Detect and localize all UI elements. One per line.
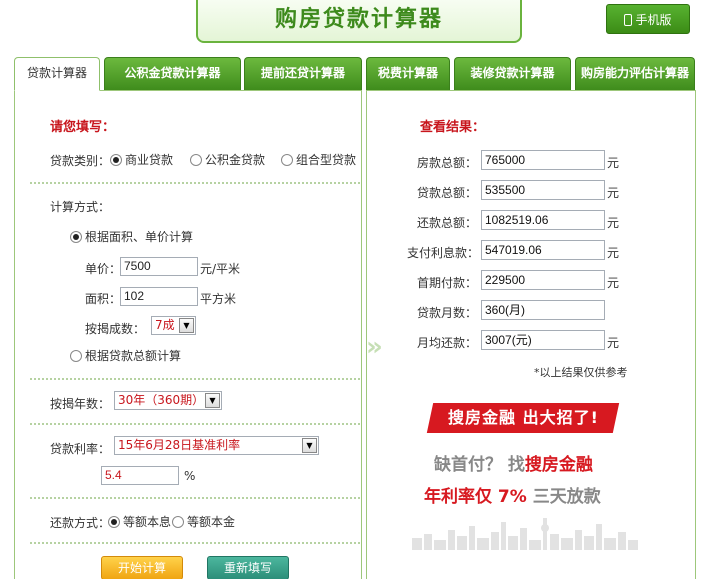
area-label: 面积： xyxy=(85,292,122,306)
repay-equal-installment-radio[interactable]: 等额本息 xyxy=(108,513,171,530)
result-unit: 元 xyxy=(607,246,620,260)
mortgage-ratio-select[interactable]: 7成 ▼ xyxy=(151,316,196,335)
result-label-house-total: 房款总额： xyxy=(416,156,477,170)
result-unit: 元 xyxy=(607,216,620,230)
loan-type-provident-radio[interactable]: 公积金贷款 xyxy=(190,151,265,168)
chevron-down-icon: ▼ xyxy=(179,318,194,333)
start-calculate-button[interactable]: 开始计算 xyxy=(101,556,183,579)
result-label-interest: 支付利息款： xyxy=(407,246,480,260)
dotted-divider xyxy=(30,378,360,380)
result-unit: 元 xyxy=(607,336,620,350)
radio-checked-icon xyxy=(108,516,120,528)
result-label-loan-total: 贷款总额： xyxy=(416,186,477,200)
radio-unchecked-icon xyxy=(190,154,202,166)
city-skyline-icon xyxy=(412,518,638,550)
page-title: 购房贷款计算器 xyxy=(196,0,522,43)
dotted-divider xyxy=(30,497,360,499)
chevron-down-icon: ▼ xyxy=(302,438,317,453)
reset-form-button[interactable]: 重新填写 xyxy=(207,556,289,579)
area-unit: 平方米 xyxy=(200,292,237,306)
mortgage-ratio-label: 按揭成数： xyxy=(85,322,146,336)
rate-percent-unit: % xyxy=(184,469,196,483)
radio-unchecked-icon xyxy=(281,154,293,166)
dotted-divider xyxy=(30,423,360,425)
result-label-monthly: 月均还款： xyxy=(416,336,477,350)
double-chevron-right-icon: » xyxy=(366,332,383,362)
result-loan-total[interactable]: 535500 xyxy=(481,180,605,200)
tab-prepayment-calculator[interactable]: 提前还贷计算器 xyxy=(244,57,362,90)
ad-banner-text: 搜房金融 出大招了! xyxy=(447,408,599,427)
mobile-version-label: 手机版 xyxy=(635,13,672,27)
price-unit: 元/平米 xyxy=(200,262,241,276)
dotted-divider xyxy=(30,542,360,544)
loan-type-label: 贷款类别： xyxy=(50,154,111,168)
result-house-total[interactable]: 765000 xyxy=(481,150,605,170)
ad-banner[interactable]: 搜房金融 出大招了! xyxy=(426,403,620,433)
mortgage-years-select[interactable]: 30年（360期） ▼ xyxy=(114,391,222,410)
result-label-down-payment: 首期付款： xyxy=(416,276,477,290)
method-by-total-radio[interactable]: 根据贷款总额计算 xyxy=(70,347,181,364)
chevron-down-icon: ▼ xyxy=(205,393,220,408)
result-down-payment[interactable]: 229500 xyxy=(481,270,605,290)
loan-type-combined-radio[interactable]: 组合型贷款 xyxy=(281,151,356,168)
loan-rate-select[interactable]: 15年6月28日基准利率 ▼ xyxy=(114,436,319,455)
mortgage-years-label: 按揭年数： xyxy=(50,397,111,411)
result-label-loan-months: 贷款月数： xyxy=(416,306,477,320)
form-section-title: 请您填写： xyxy=(50,120,116,135)
repay-equal-principal-radio[interactable]: 等额本金 xyxy=(172,513,235,530)
tab-renovation-loan-calculator[interactable]: 装修贷款计算器 xyxy=(454,57,571,90)
result-monthly[interactable]: 3007(元) xyxy=(481,330,605,350)
rate-percent-input[interactable]: 5.4 xyxy=(101,466,179,485)
radio-unchecked-icon xyxy=(70,350,82,362)
dotted-divider xyxy=(30,182,360,184)
result-interest[interactable]: 547019.06 xyxy=(481,240,605,260)
result-repay-total[interactable]: 1082519.06 xyxy=(481,210,605,230)
result-label-repay-total: 还款总额： xyxy=(416,216,477,230)
tab-affordability-calculator[interactable]: 购房能力评估计算器 xyxy=(575,57,695,90)
result-unit: 元 xyxy=(607,186,620,200)
result-unit: 元 xyxy=(607,276,620,290)
loan-rate-label: 贷款利率： xyxy=(50,442,111,456)
ad-line-down-payment[interactable]: 缺首付？ 找搜房金融 xyxy=(434,450,593,475)
repayment-method-label: 还款方式： xyxy=(50,516,111,530)
loan-type-commercial-radio[interactable]: 商业贷款 xyxy=(110,151,173,168)
ad-line-rate[interactable]: 年利率仅 7% 三天放款 xyxy=(424,482,601,507)
results-section-title: 查看结果： xyxy=(420,120,486,135)
tab-loan-calculator[interactable]: 贷款计算器 xyxy=(14,57,100,91)
radio-unchecked-icon xyxy=(172,516,184,528)
radio-checked-icon xyxy=(70,231,82,243)
price-input[interactable]: 7500 xyxy=(120,257,198,276)
result-loan-months[interactable]: 360(月) xyxy=(481,300,605,320)
method-by-area-radio[interactable]: 根据面积、单价计算 xyxy=(70,228,193,245)
result-unit: 元 xyxy=(607,156,620,170)
tab-provident-fund-calculator[interactable]: 公积金贷款计算器 xyxy=(104,57,241,90)
mobile-version-button[interactable]: 手机版 xyxy=(606,4,690,34)
result-note: *以上结果仅供参考 xyxy=(534,366,628,379)
phone-icon xyxy=(624,14,633,26)
tab-tax-calculator[interactable]: 税费计算器 xyxy=(366,57,450,90)
price-label: 单价： xyxy=(85,262,122,276)
radio-checked-icon xyxy=(110,154,122,166)
area-input[interactable]: 102 xyxy=(120,287,198,306)
calc-method-label: 计算方式： xyxy=(50,200,111,214)
